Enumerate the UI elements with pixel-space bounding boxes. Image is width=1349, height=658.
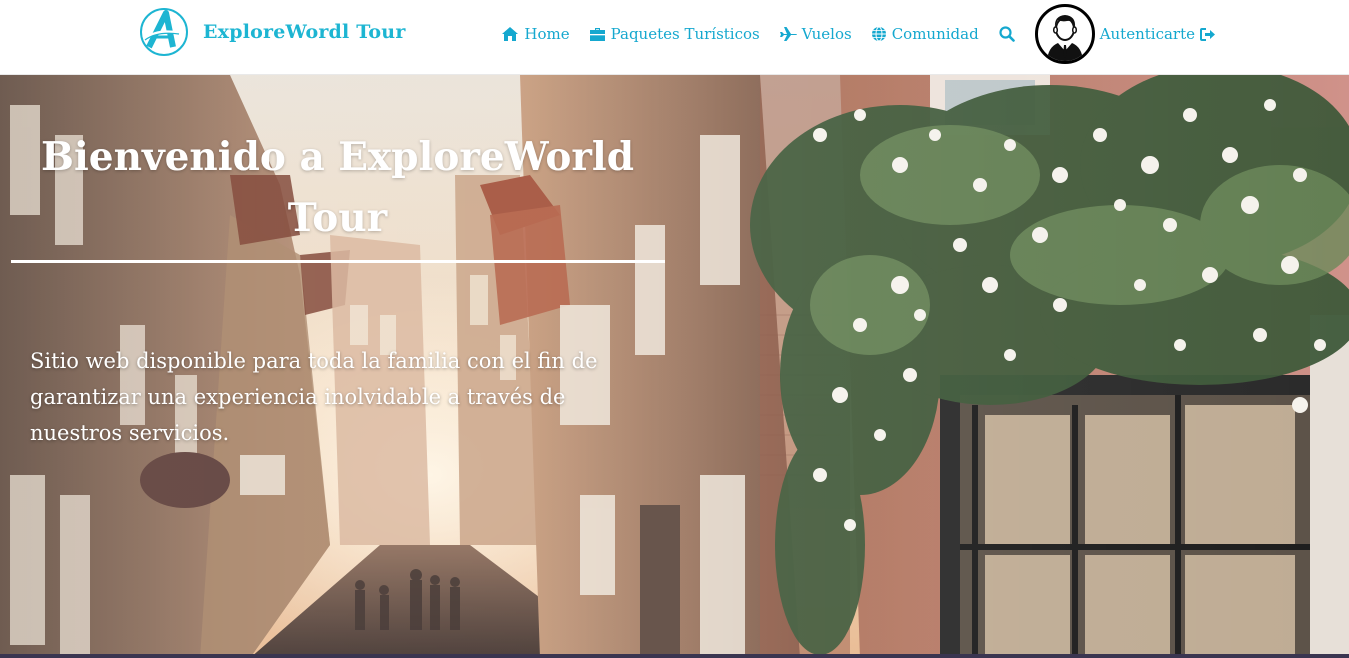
brand-link[interactable]: ExploreWordl Tour — [139, 6, 406, 58]
login-link[interactable]: Autenticarte — [1100, 25, 1216, 43]
nav-link-vuelos[interactable]: Vuelos — [779, 25, 852, 43]
bottom-border — [0, 654, 1349, 658]
nav-link-comunidad[interactable]: Comunidad — [871, 25, 979, 43]
sign-in-icon — [1200, 27, 1215, 41]
user-avatar[interactable] — [1034, 4, 1095, 64]
nav-label-comunidad: Comunidad — [891, 25, 979, 43]
search-icon — [999, 26, 1015, 42]
hero-title: Bienvenido a ExploreWorld Tour — [41, 134, 634, 241]
briefcase-icon — [589, 27, 605, 41]
nav-label-paquetes: Paquetes Turísticos — [610, 25, 760, 43]
nav-link-home[interactable]: Home — [501, 25, 570, 43]
brand-logo-icon — [140, 8, 188, 56]
nav-link-paquetes[interactable]: Paquetes Turísticos — [589, 25, 760, 43]
login-label: Autenticarte — [1099, 25, 1195, 43]
nav-menu: Home Paquetes Turísticos Vuelos Comunida… — [501, 4, 1216, 64]
home-icon — [502, 27, 519, 41]
search-button[interactable] — [998, 25, 1016, 43]
nav-label-vuelos: Vuelos — [801, 25, 852, 43]
brand-name: ExploreWordl Tour — [203, 21, 406, 43]
navbar: ExploreWordl Tour Home Paquetes Turístic… — [0, 0, 1349, 75]
hero-description: Sitio web disponible para toda la famili… — [30, 349, 598, 445]
plane-icon — [779, 27, 797, 41]
hero-divider — [11, 260, 665, 263]
nav-label-home: Home — [524, 25, 570, 43]
user-avatar-icon — [1046, 15, 1083, 61]
hero-section: Bienvenido a ExploreWorld Tour Sitio web… — [0, 75, 1349, 658]
globe-icon — [871, 26, 886, 42]
